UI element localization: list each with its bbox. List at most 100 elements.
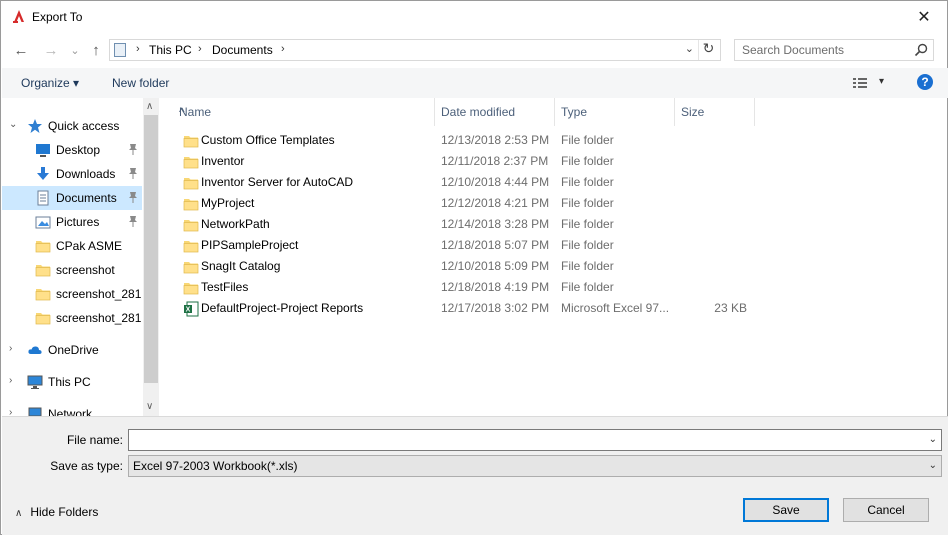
- star-icon: [27, 118, 43, 134]
- column-header-size[interactable]: Size: [675, 98, 755, 126]
- pin-icon[interactable]: [128, 167, 138, 179]
- file-name: Inventor Server for AutoCAD: [201, 175, 354, 189]
- file-name-label: File name:: [66, 433, 123, 447]
- column-header-type[interactable]: Type: [555, 98, 675, 126]
- window-title: Export To: [32, 10, 83, 24]
- navigation-scrollbar[interactable]: ∧ ∨: [143, 98, 159, 416]
- file-name: NetworkPath: [201, 217, 270, 231]
- cancel-button[interactable]: Cancel: [843, 498, 929, 522]
- navigation-pane: ⌄ Quick access Desktop Downloads Documents Pi…: [2, 98, 159, 416]
- sidebar-item-label: screenshot_281: [56, 311, 142, 325]
- sidebar-item-screenshot-281[interactable]: screenshot_281: [2, 306, 142, 330]
- file-date-modified: 12/11/2018 2:37 PM: [441, 154, 549, 168]
- file-row[interactable]: X DefaultProject-Project Reports 12/17/201…: [178, 298, 758, 319]
- file-row[interactable]: SnagIt Catalog 12/10/2018 5:09 PM File fol…: [178, 256, 758, 277]
- refresh-button[interactable]: ↻: [698, 40, 718, 60]
- sidebar-item-pictures[interactable]: Pictures: [2, 210, 142, 234]
- file-row[interactable]: Inventor Server for AutoCAD 12/10/2018 4:…: [178, 172, 758, 193]
- sidebar-item-this-pc[interactable]: › This PC: [2, 370, 142, 394]
- sidebar-item-documents[interactable]: Documents: [2, 186, 142, 210]
- file-date-modified: 12/10/2018 4:44 PM: [441, 175, 550, 189]
- sidebar-item-cpak-asme[interactable]: CPak ASME: [2, 234, 142, 258]
- column-header-label: Date modified: [441, 105, 516, 119]
- chevron-right-icon[interactable]: ›: [9, 407, 12, 416]
- file-row[interactable]: MyProject 12/12/2018 4:21 PM File folder: [178, 193, 758, 214]
- file-row[interactable]: Inventor 12/11/2018 2:37 PM File folder: [178, 151, 758, 172]
- file-type: File folder: [561, 280, 614, 294]
- folder-icon: [35, 238, 51, 254]
- sort-ascending-icon: ^: [179, 105, 185, 119]
- file-name-input[interactable]: [129, 430, 919, 450]
- chevron-right-icon[interactable]: ›: [9, 343, 12, 354]
- sidebar-item-onedrive[interactable]: › OneDrive: [2, 338, 142, 362]
- file-row[interactable]: PIPSampleProject 12/18/2018 5:07 PM File f…: [178, 235, 758, 256]
- pin-icon[interactable]: [128, 191, 138, 203]
- save-as-type-value: Excel 97-2003 Workbook(*.xls): [133, 459, 298, 473]
- chevron-down-icon[interactable]: ⌄: [929, 434, 937, 445]
- search-box[interactable]: [734, 39, 934, 61]
- up-button[interactable]: ↑: [85, 39, 107, 61]
- sidebar-item-screenshot[interactable]: screenshot: [2, 258, 142, 282]
- folder-icon: [183, 238, 199, 253]
- file-name: PIPSampleProject: [201, 238, 299, 252]
- sidebar-item-desktop[interactable]: Desktop: [2, 138, 142, 162]
- cloud-icon: [27, 342, 43, 358]
- folder-icon: [183, 133, 199, 148]
- file-name-combobox[interactable]: ⌄: [128, 429, 942, 451]
- file-type: File folder: [561, 217, 614, 231]
- autocad-icon: [13, 10, 24, 23]
- breadcrumb-separator: ›: [136, 43, 140, 55]
- hide-folders-button[interactable]: ∧ Hide Folders: [15, 505, 98, 519]
- organize-menu[interactable]: Organize ▾: [21, 76, 79, 90]
- help-button[interactable]: ?: [917, 74, 933, 90]
- save-button[interactable]: Save: [743, 498, 829, 522]
- chevron-right-icon[interactable]: ›: [9, 375, 12, 386]
- pictures-icon: [35, 214, 51, 230]
- column-header-date-modified[interactable]: Date modified: [435, 98, 555, 126]
- chevron-down-icon[interactable]: ⌄: [9, 119, 17, 130]
- command-toolbar: Organize ▾ New folder ▾ ?: [2, 68, 948, 98]
- pin-icon[interactable]: [128, 143, 138, 155]
- back-arrow-icon: ←: [13, 41, 29, 59]
- close-button[interactable]: ✕: [901, 1, 947, 33]
- scroll-up-icon[interactable]: ∧: [146, 101, 153, 112]
- scroll-down-icon[interactable]: ∨: [146, 401, 153, 412]
- breadcrumb-separator: ›: [198, 43, 202, 55]
- view-dropdown-icon[interactable]: ▾: [879, 76, 884, 87]
- file-type: File folder: [561, 196, 614, 210]
- sidebar-item-network[interactable]: › Network: [2, 402, 142, 416]
- search-icon[interactable]: [914, 43, 928, 57]
- sidebar-item-downloads[interactable]: Downloads: [2, 162, 142, 186]
- save-as-type-select[interactable]: Excel 97-2003 Workbook(*.xls) ⌄: [128, 455, 942, 477]
- address-dropdown-icon[interactable]: ⌄: [685, 42, 694, 55]
- file-name: Inventor: [201, 154, 245, 168]
- network-icon: [27, 406, 43, 416]
- pin-icon[interactable]: [128, 215, 138, 227]
- sidebar-item-label: Downloads: [56, 167, 116, 181]
- file-date-modified: 12/13/2018 2:53 PM: [441, 133, 550, 147]
- file-row[interactable]: Custom Office Templates 12/13/2018 2:53 P…: [178, 130, 758, 151]
- new-folder-button[interactable]: New folder: [112, 76, 169, 90]
- scrollbar-thumb[interactable]: [144, 115, 158, 383]
- sidebar-item-screenshot-281[interactable]: screenshot_281: [2, 282, 142, 306]
- column-header-name[interactable]: Name ^: [173, 98, 435, 126]
- search-input[interactable]: [735, 40, 911, 60]
- sidebar-item-label: Desktop: [56, 143, 101, 157]
- back-button[interactable]: ←: [10, 39, 32, 61]
- sidebar-item-quick-access[interactable]: ⌄ Quick access: [2, 114, 142, 138]
- breadcrumb-documents[interactable]: Documents: [212, 43, 273, 57]
- file-date-modified: 12/18/2018 4:19 PM: [441, 280, 550, 294]
- breadcrumb-this-pc[interactable]: This PC: [149, 43, 192, 57]
- column-header-label: Size: [681, 105, 705, 119]
- file-row[interactable]: TestFiles 12/18/2018 4:19 PM File folder: [178, 277, 758, 298]
- recent-locations-button[interactable]: ⌄: [64, 39, 86, 61]
- chevron-up-icon: ∧: [15, 508, 23, 519]
- computer-icon: [27, 374, 43, 390]
- address-bar[interactable]: › This PC › Documents › ⌄ ↻: [109, 39, 721, 61]
- file-row[interactable]: NetworkPath 12/14/2018 3:28 PM File folder: [178, 214, 758, 235]
- save-as-type-label: Save as type:: [50, 459, 123, 473]
- forward-button[interactable]: →: [40, 39, 62, 61]
- view-details-icon[interactable]: [853, 77, 867, 89]
- folder-icon: [183, 217, 199, 232]
- excel-file-icon: X: [183, 301, 199, 317]
